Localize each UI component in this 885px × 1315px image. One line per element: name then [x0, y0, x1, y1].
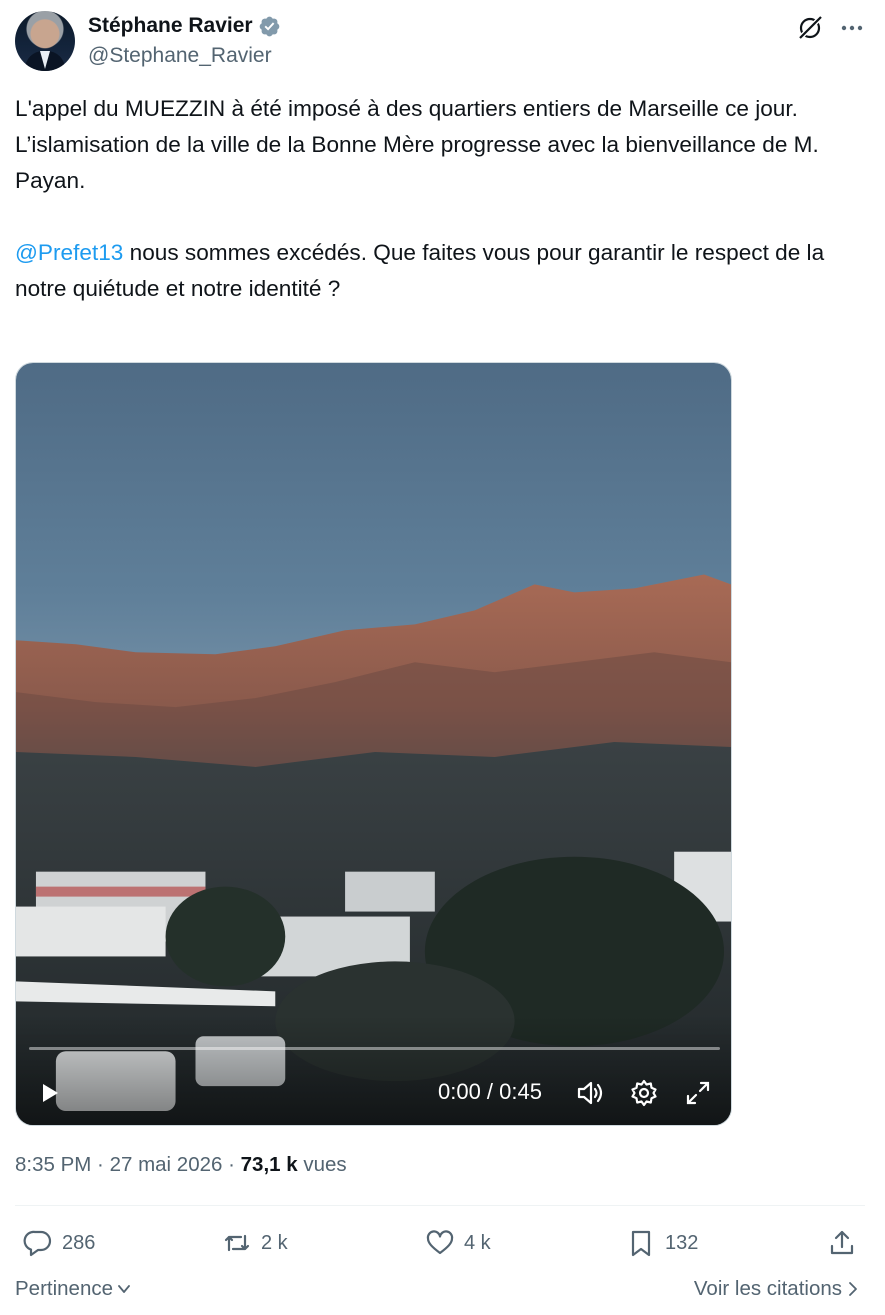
divider [15, 1205, 865, 1206]
repost-button[interactable]: 2 k [222, 1225, 288, 1261]
like-button[interactable]: 4 k [425, 1225, 491, 1261]
repost-count: 2 k [261, 1231, 288, 1254]
share-button[interactable] [827, 1225, 866, 1261]
video-time: 0:00 / 0:45 [438, 1079, 542, 1104]
chevron-down-icon [118, 1285, 130, 1293]
bookmark-count: 132 [665, 1231, 699, 1254]
fullscreen-icon[interactable] [682, 1077, 714, 1109]
video-scene [16, 574, 731, 1125]
reply-count: 286 [62, 1231, 96, 1254]
chevron-right-icon [849, 1282, 857, 1296]
tweet-date[interactable]: 27 mai 2026 [110, 1153, 223, 1176]
views-label: vues [297, 1153, 347, 1176]
bookmark-button[interactable]: 132 [626, 1225, 698, 1261]
more-icon[interactable] [837, 13, 867, 43]
name-row: Stéphane Ravier [88, 14, 281, 38]
sort-label: Pertinence [15, 1277, 114, 1300]
bookmark-icon [631, 1230, 651, 1257]
mention-link[interactable]: @Prefet13 [15, 240, 123, 265]
avatar[interactable] [15, 11, 75, 71]
repost-icon [224, 1234, 250, 1252]
action-bar: 286 2 k 4 k 132 [15, 1225, 865, 1261]
settings-icon[interactable] [628, 1077, 660, 1109]
video-progress-bar[interactable] [29, 1047, 720, 1050]
video-player[interactable]: 0:00 / 0:45 [15, 362, 732, 1126]
user-handle[interactable]: @Stephane_Ravier [88, 44, 272, 68]
quotes-label: Voir les citations [693, 1277, 842, 1300]
verified-badge-icon [259, 16, 279, 36]
tweet-meta: 8:35 PM · 27 mai 2026 · 73,1 k vues [15, 1153, 347, 1177]
tweet-paragraph-1: L'appel du MUEZZIN à été imposé à des qu… [15, 96, 819, 193]
meta-separator: · [222, 1153, 241, 1176]
display-name[interactable]: Stéphane Ravier [88, 14, 253, 38]
share-icon [830, 1230, 854, 1255]
reply-icon [23, 1230, 52, 1257]
volume-icon[interactable] [574, 1077, 606, 1109]
like-count: 4 k [464, 1231, 491, 1254]
controls-overlay [16, 1015, 731, 1125]
meta-separator: · [91, 1153, 110, 1176]
tweet-text: L'appel du MUEZZIN à été imposé à des qu… [15, 91, 875, 307]
reply-button[interactable]: 286 [23, 1225, 95, 1261]
grok-icon[interactable] [795, 13, 825, 43]
tweet-header: Stéphane Ravier @Stephane_Ravier [15, 11, 870, 73]
heart-icon [426, 1230, 454, 1255]
play-icon[interactable] [36, 1078, 64, 1108]
view-quotes-link[interactable]: Voir les citations [694, 1277, 861, 1301]
tweet-time[interactable]: 8:35 PM [15, 1153, 91, 1176]
tweet-paragraph-2: nous sommes excédés. Que faites vous pou… [15, 240, 825, 301]
view-count: 73,1 k [240, 1153, 298, 1176]
sort-dropdown[interactable]: Pertinence [15, 1277, 132, 1301]
